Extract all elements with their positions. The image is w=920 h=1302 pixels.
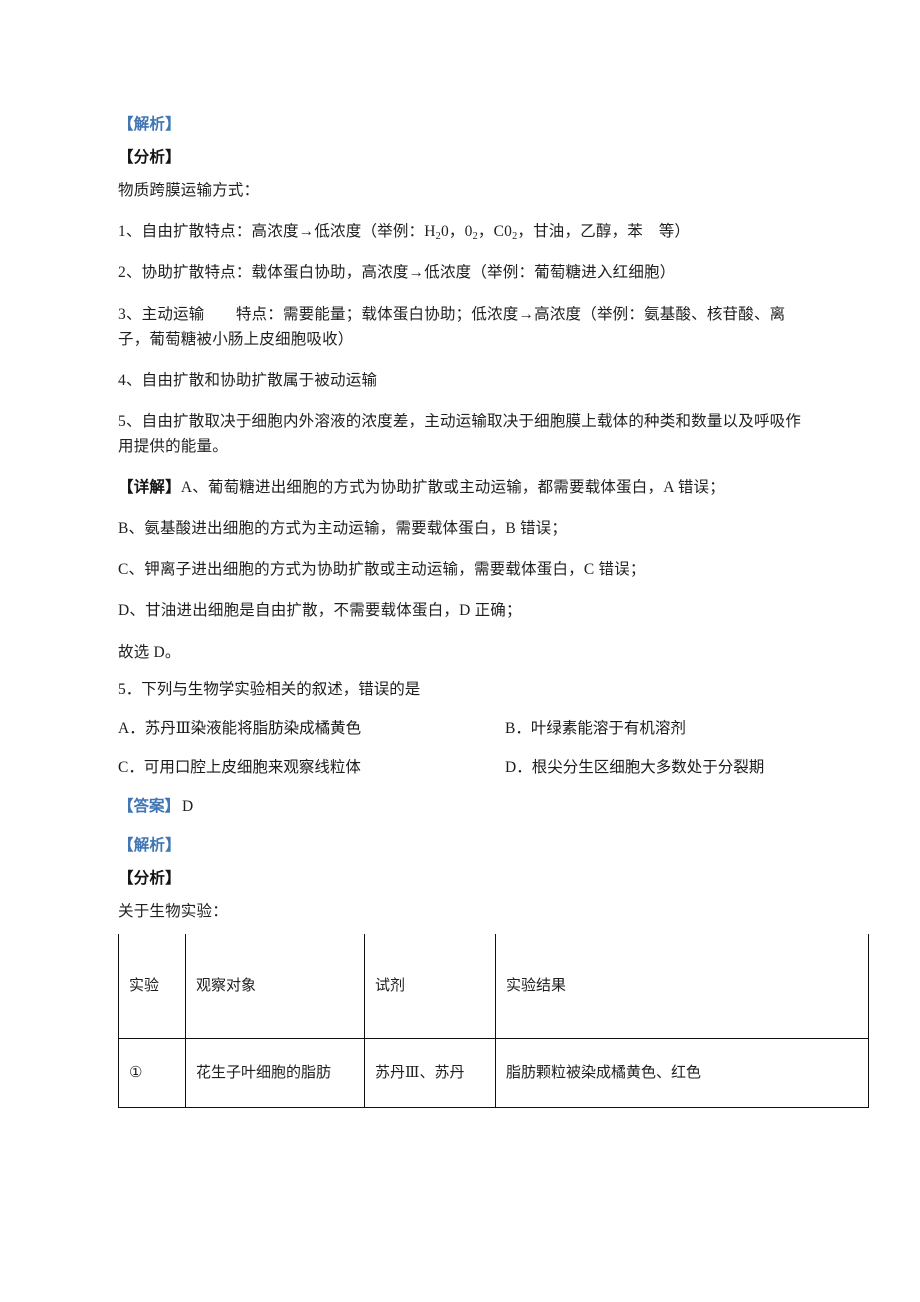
option-c-label: C． [118, 758, 144, 776]
analysis-tag-q5: 【分析】 [118, 866, 808, 891]
option-a[interactable]: A．苏丹Ⅲ染液能将脂肪染成橘黄色 [118, 716, 505, 741]
table-row: ① 花生子叶细胞的脂肪 苏丹Ⅲ、苏丹 脂肪颗粒被染成橘黄色、红色 [118, 1038, 869, 1109]
detail-item-c: C、钾离子进出细胞的方式为协助扩散或主动运输，需要载体蛋白，C 错误； [118, 561, 646, 579]
detail-conclusion: 故选 D。 [118, 643, 181, 661]
question-5-options-row-2: C．可用口腔上皮细胞来观察线粒体 D．根尖分生区细胞大多数处于分裂期 [118, 755, 808, 780]
experiment-table: 实验 观察对象 试剂 实验结果 ① 花生子叶细胞的脂肪 苏丹Ⅲ、苏丹 脂肪颗粒被… [118, 934, 869, 1109]
table-header-result: 实验结果 [495, 934, 869, 1040]
question-5-text: 下列与生物学实验相关的叙述，错误的是 [141, 680, 421, 698]
analysis-tag-q4: 【分析】 [118, 145, 808, 170]
detail-item-a: 【详解】A、葡萄糖进出细胞的方式为协助扩散或主动运输，都需要载体蛋白，A 错误； [118, 475, 808, 500]
analysis-label: 【分析】 [118, 149, 181, 167]
explanation-label: 【解析】 [118, 116, 181, 133]
option-d[interactable]: D．根尖分生区细胞大多数处于分裂期 [505, 755, 808, 780]
option-a-text: 苏丹Ⅲ染液能将脂肪染成橘黄色 [144, 719, 362, 737]
option-d-text: 根尖分生区细胞大多数处于分裂期 [531, 758, 765, 776]
document-page: 【解析】 【分析】 物质跨膜运输方式： 1、自由扩散特点：高浓度→低浓度（举例：… [0, 0, 920, 1302]
transport-topic-heading: 物质跨膜运输方式： [118, 182, 260, 200]
option-b-text: 叶绿素能溶于有机溶剂 [530, 719, 686, 737]
detail-item-b: B、氨基酸进出细胞的方式为主动运输，需要载体蛋白，B 错误； [118, 520, 568, 538]
table-header-experiment-text: 实验 [129, 978, 160, 995]
table-cell-number: ① [118, 1038, 186, 1109]
transport-point-1: 1、自由扩散特点：高浓度→低浓度（举例：H20，02，C02，甘油，乙醇，苯 等… [118, 219, 808, 244]
question-5-stem: 5．下列与生物学实验相关的叙述，错误的是 [118, 677, 808, 702]
analysis-intro-q5: 关于生物实验： [118, 903, 228, 921]
detail-text-a: A、葡萄糖进出细胞的方式为协助扩散或主动运输，都需要载体蛋白，A 错误； [180, 479, 725, 497]
point1-mid-1: 0，0 [440, 223, 473, 241]
option-b[interactable]: B．叶绿素能溶于有机溶剂 [505, 716, 808, 741]
page-content: 【解析】 【分析】 物质跨膜运输方式： 1、自由扩散特点：高浓度→低浓度（举例：… [118, 112, 869, 1109]
explanation-tag-q5: 【解析】 [118, 833, 808, 858]
table-cell-object: 花生子叶细胞的脂肪 [185, 1038, 365, 1109]
option-c[interactable]: C．可用口腔上皮细胞来观察线粒体 [118, 755, 505, 780]
table-header-object: 观察对象 [185, 934, 365, 1040]
point1-suffix: ，甘油，乙醇，苯 等） [517, 223, 691, 241]
question-5-options-row-1: A．苏丹Ⅲ染液能将脂肪染成橘黄色 B．叶绿素能溶于有机溶剂 [118, 716, 808, 741]
answer-label: 【答案】 [118, 797, 181, 815]
table-header-experiment: 实验 [118, 934, 186, 1040]
option-d-label: D． [505, 758, 532, 776]
transport-point-5: 5、自由扩散取决于细胞内外溶液的浓度差，主动运输取决于细胞膜上载体的种类和数量以… [118, 412, 802, 455]
table-cell-result: 脂肪颗粒被染成橘黄色、红色 [495, 1038, 869, 1109]
transport-point-4: 4、自由扩散和协助扩散属于被动运输 [118, 371, 378, 389]
answer-line-q5: 【答案】 D [118, 794, 808, 819]
table-header-reagent: 试剂 [364, 934, 496, 1040]
analysis-label-q5: 【分析】 [118, 870, 181, 888]
answer-value: D [182, 797, 194, 815]
detail-label: 【详解】 [118, 479, 181, 497]
transport-point-3: 3、主动运输 特点：需要能量；载体蛋白协助；低浓度→高浓度（举例：氨基酸、核苷酸… [118, 305, 786, 348]
option-b-label: B． [505, 719, 531, 737]
detail-item-d: D、甘油进出细胞是自由扩散，不需要载体蛋白，D 正确； [118, 602, 522, 620]
explanation-tag-q4: 【解析】 [118, 112, 808, 137]
transport-point-2: 2、协助扩散特点：载体蛋白协助，高浓度→低浓度（举例：葡萄糖进入红细胞） [118, 264, 676, 282]
option-a-label: A． [118, 719, 145, 737]
table-cell-reagent: 苏丹Ⅲ、苏丹 [364, 1038, 496, 1109]
option-c-text: 可用口腔上皮细胞来观察线粒体 [143, 758, 361, 776]
explanation-label-q5: 【解析】 [118, 837, 181, 855]
question-5-number: 5． [118, 680, 142, 698]
point1-mid-2: ，C0 [477, 223, 513, 241]
point1-prefix: 1、自由扩散特点：高浓度→低浓度（举例：H [118, 223, 436, 241]
table-header-row: 实验 观察对象 试剂 实验结果 [118, 934, 869, 1040]
